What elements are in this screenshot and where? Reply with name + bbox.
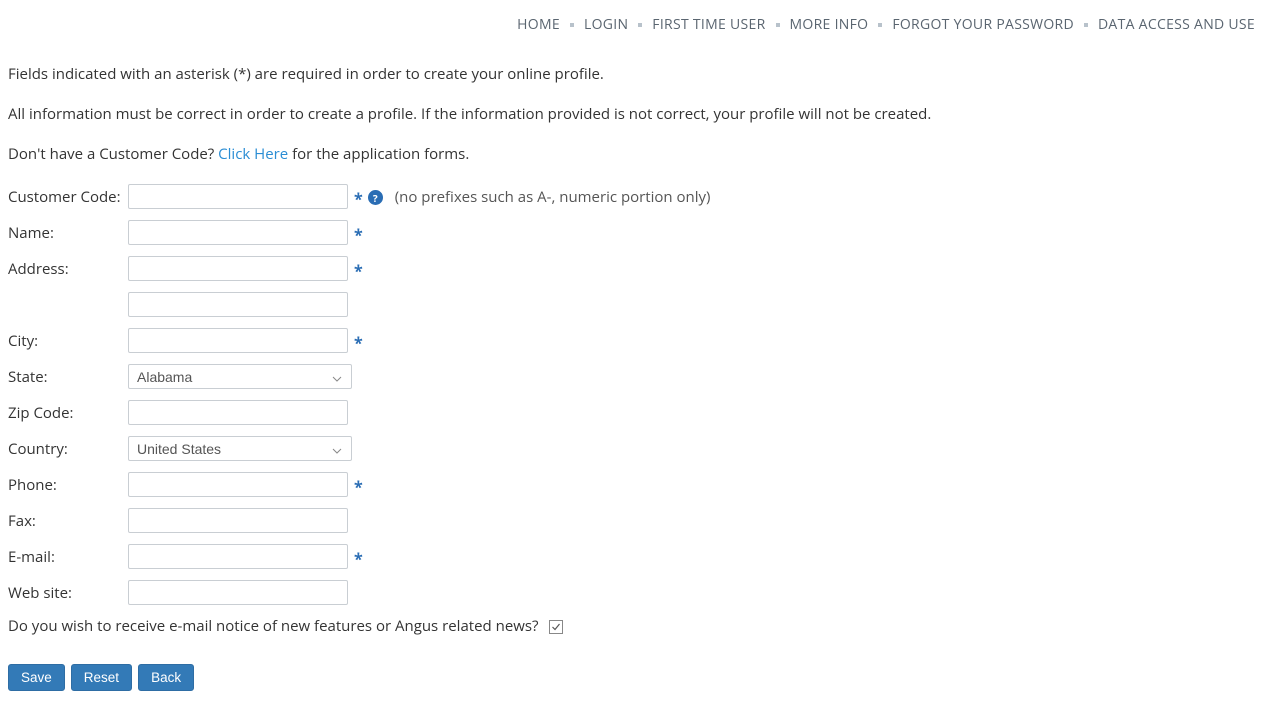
intro-text: Fields indicated with an asterisk (*) ar… — [8, 64, 1275, 164]
fax-input[interactable] — [128, 508, 348, 533]
save-button[interactable]: Save — [8, 664, 65, 691]
nav-login[interactable]: LOGIN — [584, 15, 628, 34]
required-asterisk: * — [354, 227, 363, 243]
back-button[interactable]: Back — [138, 664, 194, 691]
city-label: City: — [8, 331, 128, 351]
intro-p3: Don't have a Customer Code? Click Here f… — [8, 144, 1275, 164]
nav-data-access[interactable]: DATA ACCESS AND USE — [1098, 15, 1255, 34]
email-input[interactable] — [128, 544, 348, 569]
phone-input[interactable] — [128, 472, 348, 497]
name-input[interactable] — [128, 220, 348, 245]
nav-separator — [776, 23, 780, 27]
nav-separator — [638, 23, 642, 27]
customer-code-input[interactable] — [128, 184, 348, 209]
fax-label: Fax: — [8, 511, 128, 531]
website-label: Web site: — [8, 583, 128, 603]
intro-p3-post: for the application forms. — [288, 144, 469, 164]
nav-forgot-password[interactable]: FORGOT YOUR PASSWORD — [892, 15, 1074, 34]
zip-input[interactable] — [128, 400, 348, 425]
country-select[interactable]: United States — [128, 436, 352, 461]
intro-p3-pre: Don't have a Customer Code? — [8, 144, 218, 164]
required-asterisk: * — [354, 263, 363, 279]
name-label: Name: — [8, 223, 128, 243]
subscribe-label: Do you wish to receive e-mail notice of … — [8, 616, 539, 636]
intro-p1: Fields indicated with an asterisk (*) ar… — [8, 64, 1275, 84]
nav-separator — [1084, 23, 1088, 27]
email-label: E-mail: — [8, 547, 128, 567]
top-nav: HOME LOGIN FIRST TIME USER MORE INFO FOR… — [0, 0, 1275, 34]
country-label: Country: — [8, 439, 128, 459]
nav-separator — [878, 23, 882, 27]
city-input[interactable] — [128, 328, 348, 353]
website-input[interactable] — [128, 580, 348, 605]
customer-code-label: Customer Code: — [8, 187, 128, 207]
required-asterisk: * — [354, 551, 363, 567]
nav-home[interactable]: HOME — [517, 15, 560, 34]
zip-label: Zip Code: — [8, 403, 128, 423]
state-select[interactable]: Alabama — [128, 364, 352, 389]
address2-input[interactable] — [128, 292, 348, 317]
subscribe-checkbox[interactable] — [549, 620, 563, 634]
help-icon[interactable]: ? — [368, 190, 383, 205]
nav-more-info[interactable]: MORE INFO — [790, 15, 869, 34]
phone-label: Phone: — [8, 475, 128, 495]
state-label: State: — [8, 367, 128, 387]
required-asterisk: * — [354, 191, 363, 207]
customer-code-hint: (no prefixes such as A-, numeric portion… — [395, 187, 711, 207]
required-asterisk: * — [354, 479, 363, 495]
required-asterisk: * — [354, 335, 363, 351]
reset-button[interactable]: Reset — [71, 664, 132, 691]
address-input[interactable] — [128, 256, 348, 281]
address-label: Address: — [8, 259, 128, 279]
intro-p2: All information must be correct in order… — [8, 104, 1275, 124]
nav-first-time-user[interactable]: FIRST TIME USER — [652, 15, 765, 34]
click-here-link[interactable]: Click Here — [218, 144, 288, 164]
nav-separator — [570, 23, 574, 27]
profile-form: Customer Code: * ? (no prefixes such as … — [8, 184, 1275, 691]
